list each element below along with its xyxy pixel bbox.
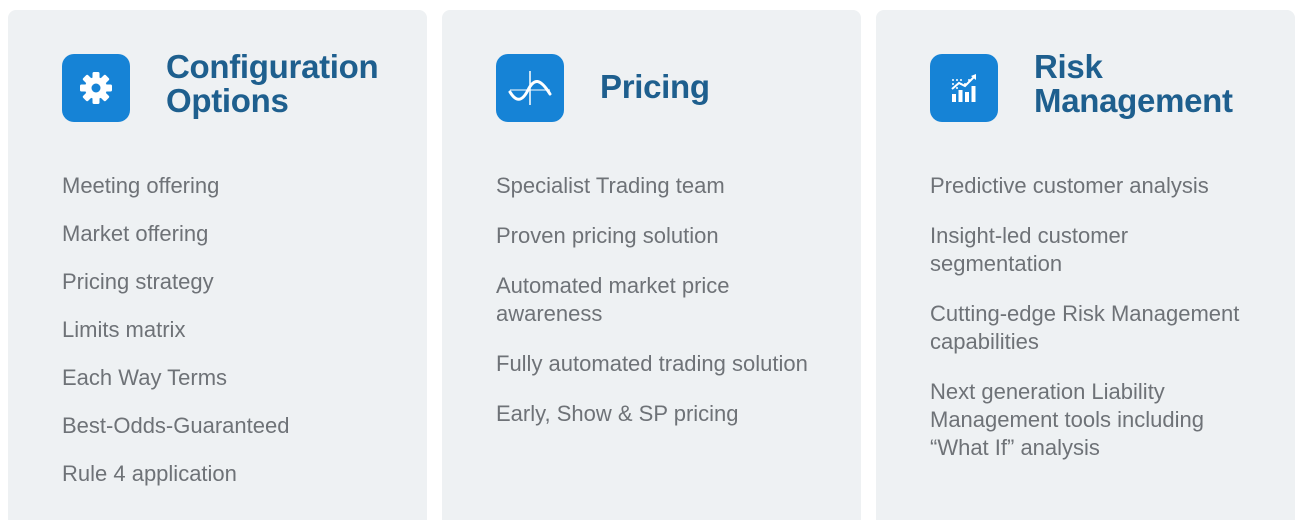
card-configuration-options: Configuration Options Meeting offering M… (8, 10, 427, 520)
card-header: Risk Management (930, 48, 1275, 138)
list-item: Rule 4 application (62, 461, 237, 486)
list-item: Each Way Terms (62, 365, 228, 390)
card-title: Risk Management (1034, 48, 1233, 119)
list-item: Early, Show & SP pricing (496, 401, 739, 426)
list-item: Limits matrix (62, 317, 186, 342)
list-item: Specialist Trading team (496, 173, 725, 198)
feature-list: Predictive customer analysis Insight-led… (930, 172, 1265, 484)
feature-cards: Configuration Options Meeting offering M… (0, 0, 1295, 520)
list-item: Cutting-edge Risk Management capabilitie… (930, 301, 1240, 354)
list-item: Market offering (62, 221, 209, 246)
list-item: Pricing strategy (62, 269, 214, 294)
gear-icon (62, 54, 130, 122)
feature-list: Meeting offering Market offering Pricing… (62, 172, 397, 508)
list-item: Predictive customer analysis (930, 173, 1209, 198)
card-title: Pricing (600, 68, 710, 105)
list-item: Insight-led customer segmentation (930, 223, 1129, 276)
list-item: Meeting offering (62, 173, 220, 198)
list-item: Next generation Liability Management too… (930, 379, 1204, 460)
bar-chart-trend-icon (930, 54, 998, 122)
card-title: Configuration Options (166, 48, 379, 119)
list-item: Proven pricing solution (496, 223, 719, 248)
list-item: Fully automated trading solution (496, 351, 808, 376)
list-item: Automated market price awareness (496, 273, 730, 326)
card-risk-management: Risk Management Predictive customer anal… (876, 10, 1295, 520)
sine-wave-icon (496, 54, 564, 122)
card-header: Configuration Options (62, 48, 407, 138)
feature-list: Specialist Trading team Proven pricing s… (496, 172, 831, 450)
card-pricing: Pricing Specialist Trading team Proven p… (442, 10, 861, 520)
list-item: Best-Odds-Guaranteed (62, 413, 290, 438)
card-header: Pricing (496, 48, 841, 138)
